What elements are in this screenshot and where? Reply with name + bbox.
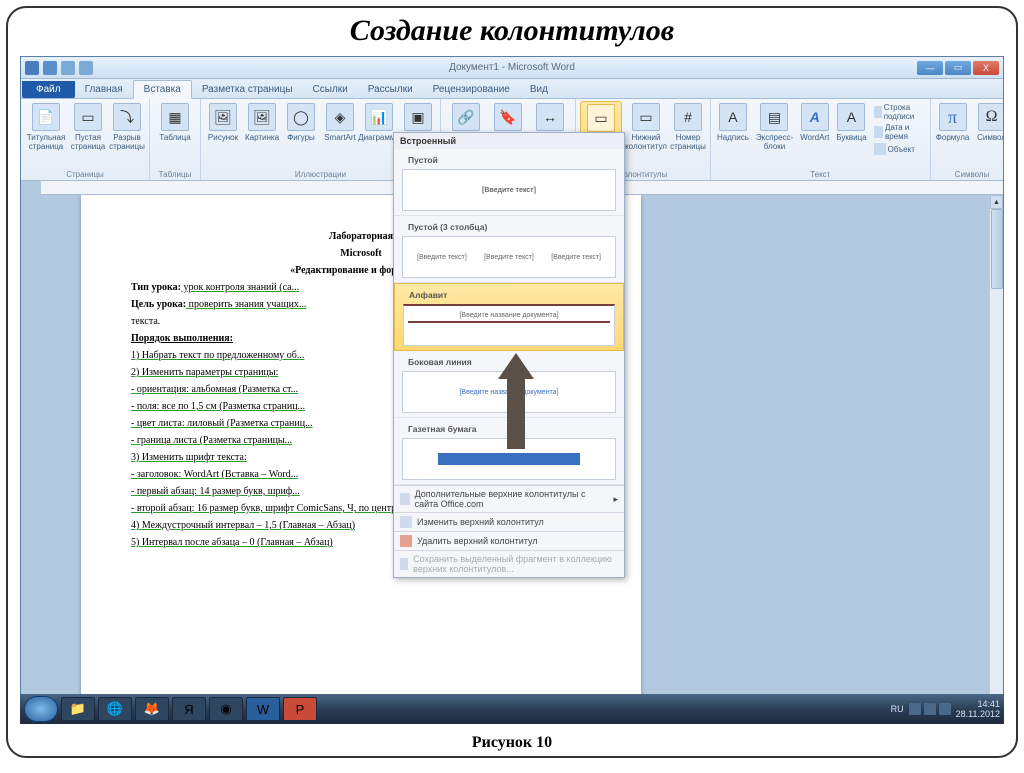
chart-icon: 📊: [365, 103, 393, 131]
tab-review[interactable]: Рецензирование: [423, 81, 520, 98]
maximize-button[interactable]: ▭: [945, 61, 971, 75]
equation-icon: π: [939, 103, 967, 131]
group-text: AНадпись ▤Экспресс-блоки AWordArt AБукви…: [711, 99, 931, 180]
tray-lang[interactable]: RU: [891, 704, 904, 714]
task-explorer[interactable]: 📁: [61, 697, 95, 721]
remove-icon: [400, 535, 412, 547]
minimize-button[interactable]: —: [917, 61, 943, 75]
dd-item-blank[interactable]: Пустой [Введите текст]: [394, 149, 624, 216]
scroll-up-button[interactable]: ▲: [990, 195, 1003, 209]
group-symbols: πФормула ΩСимвол Символы: [931, 99, 1003, 180]
task-yandex[interactable]: Я: [172, 697, 206, 721]
windows-taskbar: 📁 🌐 🦊 Я ◉ W P RU 14:41 28.11.2012: [20, 694, 1004, 724]
symbol-icon: Ω: [978, 103, 1003, 131]
slide-caption: Рисунок 10: [8, 734, 1016, 752]
slide-title: Создание колонтитулов: [8, 8, 1016, 52]
task-firefox[interactable]: 🦊: [135, 697, 169, 721]
page-break-button[interactable]: ⤵Разрыв страницы: [109, 101, 145, 169]
crossref-icon: ↔: [536, 103, 564, 131]
start-button[interactable]: [24, 696, 58, 722]
dd-save-selection: Сохранить выделенный фрагмент в коллекци…: [394, 550, 624, 577]
dd-section-builtin: Встроенный: [394, 133, 624, 149]
quickparts-button[interactable]: ▤Экспресс-блоки: [754, 101, 795, 169]
cover-page-icon: 📄: [32, 103, 60, 131]
bookmark-icon: 🔖: [494, 103, 522, 131]
cover-page-button[interactable]: 📄Титульная страница: [25, 101, 67, 169]
picture-button[interactable]: 🖼Рисунок: [205, 101, 241, 169]
header-icon: ▭: [587, 104, 615, 132]
file-tab[interactable]: Файл: [22, 81, 75, 98]
date-time-button[interactable]: Дата и время: [874, 123, 924, 141]
textbox-button[interactable]: AНадпись: [715, 101, 751, 169]
task-3d[interactable]: ◉: [209, 697, 243, 721]
blank-page-icon: ▭: [74, 103, 102, 131]
quickparts-icon: ▤: [760, 103, 788, 131]
close-button[interactable]: X: [973, 61, 999, 75]
tab-view[interactable]: Вид: [520, 81, 558, 98]
screenshot-icon: ▣: [404, 103, 432, 131]
edit-icon: [400, 516, 412, 528]
clipart-button[interactable]: 🖼Картинка: [244, 101, 280, 169]
ribbon-tabs: Файл Главная Вставка Разметка страницы С…: [21, 79, 1003, 99]
page-number-button[interactable]: #Номер страницы: [670, 101, 706, 169]
footer-button[interactable]: ▭Нижний колонтитул: [625, 101, 667, 169]
hyperlink-icon: 🔗: [452, 103, 480, 131]
picture-icon: 🖼: [209, 103, 237, 131]
task-ppt[interactable]: P: [283, 697, 317, 721]
task-chrome[interactable]: 🌐: [98, 697, 132, 721]
object-button[interactable]: Объект: [874, 143, 924, 155]
page-number-icon: #: [674, 103, 702, 131]
dropcap-button[interactable]: AБуквица: [834, 101, 868, 169]
dd-remove-header[interactable]: Удалить верхний колонтитул: [394, 531, 624, 550]
shapes-button[interactable]: ◯Фигуры: [283, 101, 319, 169]
wordart-button[interactable]: AWordArt: [798, 101, 831, 169]
window-title: Документ1 - Microsoft Word: [21, 62, 1003, 73]
task-word[interactable]: W: [246, 697, 280, 721]
group-tables: ▦Таблица Таблицы: [150, 99, 201, 180]
tray-flag-icon[interactable]: [909, 703, 921, 715]
dd-item-blank3[interactable]: Пустой (3 столбца) [Введите текст] [Введ…: [394, 216, 624, 283]
save-sel-icon: [400, 558, 408, 570]
footer-icon: ▭: [632, 103, 660, 131]
dd-edit-header[interactable]: Изменить верхний колонтитул: [394, 512, 624, 531]
system-tray: RU 14:41 28.11.2012: [891, 699, 1000, 719]
smartart-icon: ◈: [326, 103, 354, 131]
tab-page-layout[interactable]: Разметка страницы: [192, 81, 303, 98]
tray-clock[interactable]: 14:41 28.11.2012: [956, 699, 1000, 719]
page-break-icon: ⤵: [113, 103, 141, 131]
object-icon: [874, 143, 886, 155]
dd-item-alphabet[interactable]: Алфавит [Введите название документа]: [394, 283, 624, 351]
tab-home[interactable]: Главная: [75, 81, 133, 98]
tray-vol-icon[interactable]: [939, 703, 951, 715]
vertical-scrollbar[interactable]: ▲: [989, 195, 1003, 705]
shapes-icon: ◯: [287, 103, 315, 131]
scroll-thumb[interactable]: [991, 209, 1003, 289]
table-icon: ▦: [161, 103, 189, 131]
signature-icon: [874, 106, 882, 118]
clipart-icon: 🖼: [248, 103, 276, 131]
dd-more-office[interactable]: Дополнительные верхние колонтитулы с сай…: [394, 485, 624, 512]
titlebar: Документ1 - Microsoft Word — ▭ X: [21, 57, 1003, 79]
annotation-arrow: [498, 353, 534, 449]
tab-mailings[interactable]: Рассылки: [358, 81, 423, 98]
tray-net-icon[interactable]: [924, 703, 936, 715]
equation-button[interactable]: πФормула: [935, 101, 971, 169]
chart-button[interactable]: 📊Диаграмма: [361, 101, 397, 169]
smartart-button[interactable]: ◈SmartArt: [322, 101, 358, 169]
symbol-button[interactable]: ΩСимвол: [974, 101, 1003, 169]
dropcap-icon: A: [837, 103, 865, 131]
office-icon: [400, 493, 410, 505]
tab-insert[interactable]: Вставка: [133, 80, 192, 99]
textbox-icon: A: [719, 103, 747, 131]
table-button[interactable]: ▦Таблица: [154, 101, 196, 169]
signature-line-button[interactable]: Строка подписи: [874, 103, 924, 121]
group-pages: 📄Титульная страница ▭Пустая страница ⤵Ра…: [21, 99, 150, 180]
date-icon: [874, 126, 883, 138]
wordart-icon: A: [801, 103, 829, 131]
tab-references[interactable]: Ссылки: [303, 81, 358, 98]
blank-page-button[interactable]: ▭Пустая страница: [70, 101, 106, 169]
